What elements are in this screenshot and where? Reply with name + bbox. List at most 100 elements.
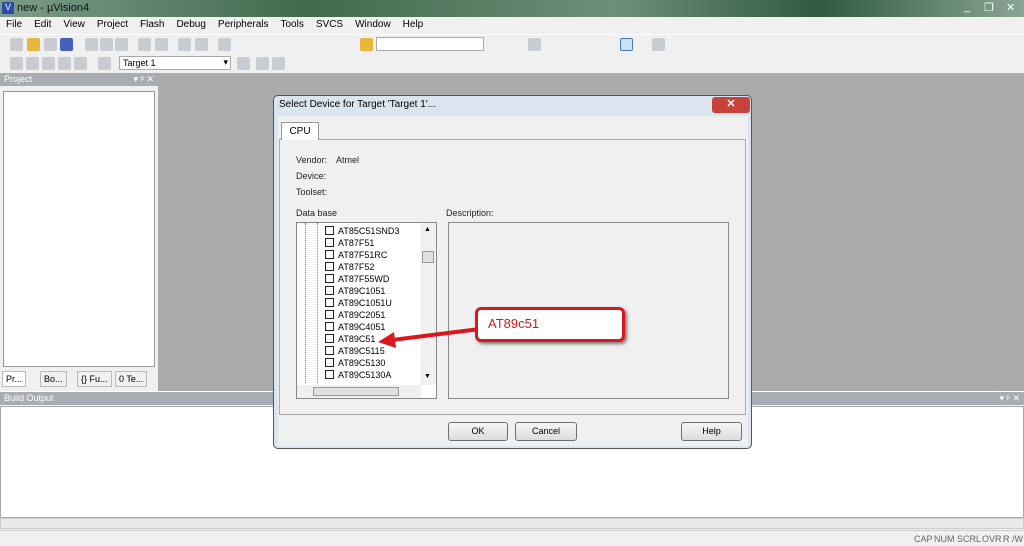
- target-value: Target 1: [123, 58, 156, 68]
- horizontal-scrollbar[interactable]: [449, 385, 713, 398]
- cancel-button[interactable]: Cancel: [515, 422, 577, 441]
- build-icon[interactable]: [26, 57, 39, 70]
- tree-guide: [317, 223, 318, 383]
- tab-project[interactable]: Pr...: [2, 371, 27, 387]
- device-name: AT87F52: [338, 262, 375, 272]
- batch-build-icon[interactable]: [58, 57, 71, 70]
- chip-icon: [325, 238, 334, 247]
- close-button[interactable]: ✕: [1006, 1, 1015, 14]
- chip-icon: [325, 286, 334, 295]
- device-item[interactable]: AT89C5130: [325, 358, 385, 368]
- copy-icon[interactable]: [100, 38, 113, 51]
- back-icon[interactable]: [178, 38, 191, 51]
- window-title: new - µVision4: [17, 2, 90, 14]
- device-item[interactable]: AT89C1051U: [325, 298, 392, 308]
- rebuild-icon[interactable]: [42, 57, 55, 70]
- help-button[interactable]: Help: [681, 422, 742, 441]
- stop-build-icon[interactable]: [74, 57, 87, 70]
- open-icon[interactable]: [27, 38, 40, 51]
- bookmark-icon[interactable]: [218, 38, 231, 51]
- device-item[interactable]: AT89C5130A: [325, 370, 391, 380]
- forward-icon[interactable]: [195, 38, 208, 51]
- menu-help[interactable]: Help: [397, 17, 430, 32]
- device-name: AT87F51RC: [338, 250, 388, 260]
- project-tree[interactable]: [3, 91, 155, 367]
- chip-icon: [325, 334, 334, 343]
- menu-project[interactable]: Project: [91, 17, 134, 32]
- cut-icon[interactable]: [85, 38, 98, 51]
- panel-title: Project: [4, 74, 33, 84]
- zoom-icon[interactable]: [528, 38, 541, 51]
- scroll-thumb[interactable]: [422, 251, 434, 263]
- device-item[interactable]: AT87F52: [325, 262, 374, 272]
- window-layout-icon[interactable]: [620, 38, 633, 51]
- new-file-icon[interactable]: [10, 38, 23, 51]
- chevron-down-icon: ▾: [223, 57, 228, 67]
- device-label: Device:: [296, 171, 327, 181]
- status-scrl: SCRL: [957, 534, 982, 544]
- menu-window[interactable]: Window: [349, 17, 397, 32]
- menu-svcs[interactable]: SVCS: [310, 17, 349, 32]
- scroll-thumb[interactable]: [313, 387, 399, 396]
- tab-templates[interactable]: 0 Te...: [115, 371, 148, 387]
- menu-flash[interactable]: Flash: [134, 17, 170, 32]
- scroll-down-icon[interactable]: ▼: [424, 373, 431, 380]
- undo-icon[interactable]: [138, 38, 151, 51]
- vertical-scrollbar[interactable]: ▲ ▼: [421, 223, 436, 385]
- device-item[interactable]: AT89C51: [325, 334, 375, 344]
- menu-tools[interactable]: Tools: [275, 17, 310, 32]
- device-item[interactable]: AT87F51: [325, 238, 374, 248]
- chip-icon: [325, 250, 334, 259]
- menu-file[interactable]: File: [0, 17, 28, 32]
- select-packs-icon[interactable]: [272, 57, 285, 70]
- chip-icon: [325, 358, 334, 367]
- find-in-files-icon[interactable]: [360, 38, 373, 51]
- configure-icon[interactable]: [652, 38, 665, 51]
- tab-books[interactable]: Bo...: [40, 371, 67, 387]
- download-icon[interactable]: [98, 57, 111, 70]
- horizontal-scrollbar[interactable]: [297, 385, 421, 398]
- chip-icon: [325, 322, 334, 331]
- device-name: AT87F51: [338, 238, 375, 248]
- redo-icon[interactable]: [155, 38, 168, 51]
- menu-edit[interactable]: Edit: [28, 17, 57, 32]
- translate-icon[interactable]: [10, 57, 23, 70]
- tab-functions[interactable]: {} Fu...: [77, 371, 112, 387]
- database-label: Data base: [296, 208, 338, 218]
- target-options-icon[interactable]: [237, 57, 250, 70]
- menu-peripherals[interactable]: Peripherals: [212, 17, 275, 32]
- menu-debug[interactable]: Debug: [170, 17, 211, 32]
- description-label: Description:: [446, 208, 494, 218]
- device-database-tree[interactable]: AT85C51SND3 AT87F51 AT87F51RC AT87F52 AT87F5…: [296, 222, 437, 399]
- restore-button[interactable]: ❐: [984, 1, 994, 14]
- annotation-arrow: [378, 327, 481, 348]
- scroll-up-icon[interactable]: ▲: [424, 226, 431, 233]
- chip-icon: [325, 274, 334, 283]
- vertical-scrollbar[interactable]: [713, 223, 728, 385]
- vendor-value: Atmel: [336, 155, 360, 165]
- ok-button[interactable]: OK: [448, 422, 508, 441]
- dialog-close-button[interactable]: ✕: [712, 97, 750, 113]
- status-cap: CAP: [914, 534, 933, 544]
- minimize-button[interactable]: _: [964, 1, 970, 13]
- paste-icon[interactable]: [115, 38, 128, 51]
- manage-components-icon[interactable]: [256, 57, 269, 70]
- chip-icon: [325, 370, 334, 379]
- horizontal-scrollbar[interactable]: [0, 518, 1024, 529]
- device-item[interactable]: AT89C1051: [325, 286, 385, 296]
- menu-view[interactable]: View: [57, 17, 91, 32]
- device-item[interactable]: AT87F55WD: [325, 274, 389, 284]
- target-select[interactable]: Target 1 ▾: [119, 56, 231, 70]
- find-combo[interactable]: [376, 37, 484, 51]
- device-name: AT85C51SND3: [338, 226, 400, 236]
- toolset-label: Toolset:: [296, 187, 328, 197]
- tab-cpu[interactable]: CPU: [281, 122, 319, 140]
- device-item[interactable]: AT85C51SND3: [325, 226, 399, 236]
- main-toolbar: [0, 35, 1024, 54]
- vendor-label: Vendor:: [296, 155, 328, 165]
- device-item[interactable]: AT87F51RC: [325, 250, 387, 260]
- app-icon: V: [2, 2, 14, 14]
- chip-icon: [325, 226, 334, 235]
- save-icon[interactable]: [44, 38, 57, 51]
- save-all-icon[interactable]: [60, 38, 73, 51]
